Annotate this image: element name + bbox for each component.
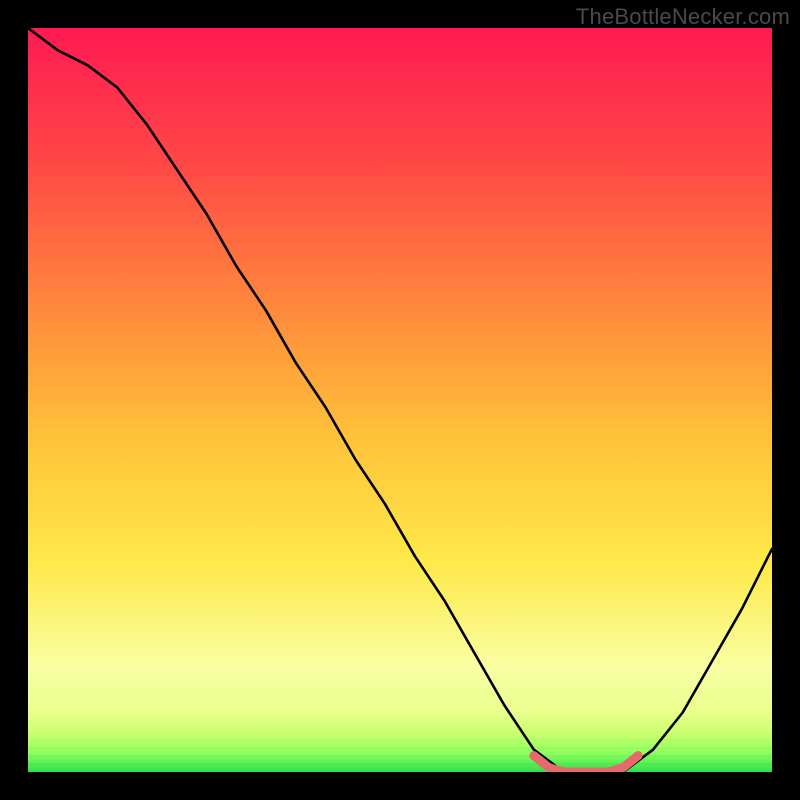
- gradient-background: [28, 28, 772, 772]
- watermark-text: TheBottleNecker.com: [576, 4, 790, 30]
- plot-area: [28, 28, 772, 772]
- chart-stage: TheBottleNecker.com: [0, 0, 800, 800]
- chart-svg: [28, 28, 772, 772]
